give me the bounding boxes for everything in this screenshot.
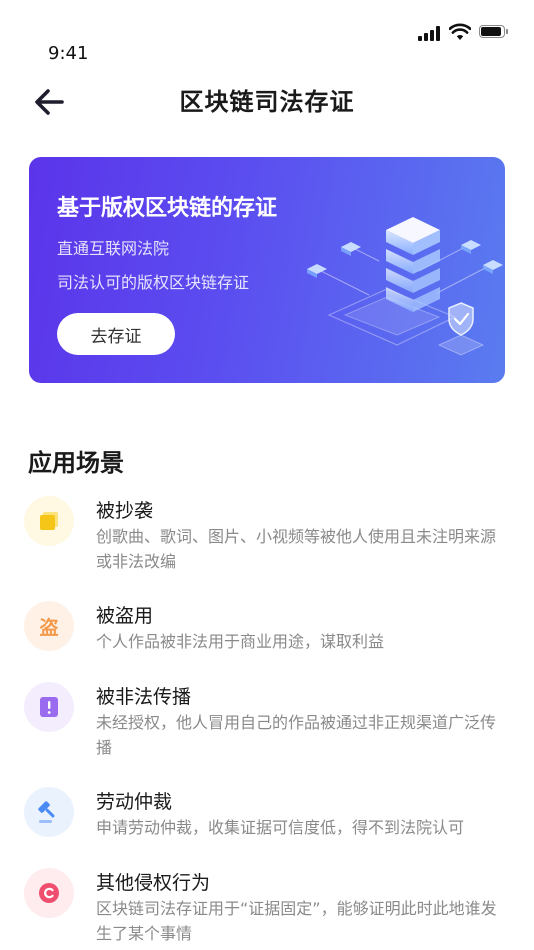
scenario-description: 个人作品被非法用于商业用途，谋取利益 xyxy=(96,632,385,651)
scenario-description: 区块链司法存证用于“证据固定”，能够证明此时此地谁发生了某个事情 xyxy=(96,899,497,943)
status-time: 9:41 xyxy=(48,43,89,64)
scenario-title: 被盗用 xyxy=(96,605,154,627)
status-bar: 9:41 xyxy=(0,0,534,70)
scenario-description: 创歌曲、歌词、图片、小视频等被他人使用且未注明来源或非法改编 xyxy=(96,527,497,571)
alert-document-icon xyxy=(24,682,74,732)
deposit-evidence-button[interactable]: 去存证 xyxy=(57,313,175,355)
banner-subtitle-certified: 司法认可的版权区块链存证 xyxy=(57,273,250,292)
gavel-icon xyxy=(24,787,74,837)
scenario-title: 其他侵权行为 xyxy=(96,872,211,894)
banner-title: 基于版权区块链的存证 xyxy=(57,196,278,221)
scenario-title: 劳动仲裁 xyxy=(96,791,173,813)
section-title-scenarios: 应用场景 xyxy=(28,449,124,477)
scenario-title: 被非法传播 xyxy=(96,686,192,708)
scenario-description: 未经授权，他人冒用自己的作品被通过非正规渠道广泛传播 xyxy=(96,713,497,757)
promo-banner: 基于版权区块链的存证 直通互联网法院 司法认可的版权区块链存证 去存证 xyxy=(29,157,505,383)
cellular-signal-icon xyxy=(418,26,442,41)
blockchain-server-illustration xyxy=(307,217,503,356)
copyright-icon xyxy=(24,868,74,918)
battery-icon xyxy=(479,25,509,40)
scenario-description: 申请劳动仲裁，收集证据可信度低，得不到法院认可 xyxy=(96,818,465,837)
nav-bar: 区块链司法存证 xyxy=(0,70,534,130)
icon-glyph: 盗 xyxy=(39,616,59,639)
banner-subtitle-court: 直通互联网法院 xyxy=(57,239,170,258)
steal-character-icon: 盗 xyxy=(24,601,74,651)
wifi-icon xyxy=(449,23,471,40)
copy-squares-icon xyxy=(24,496,74,546)
scenario-title: 被抄袭 xyxy=(96,500,154,522)
page-title: 区块链司法存证 xyxy=(179,88,355,116)
